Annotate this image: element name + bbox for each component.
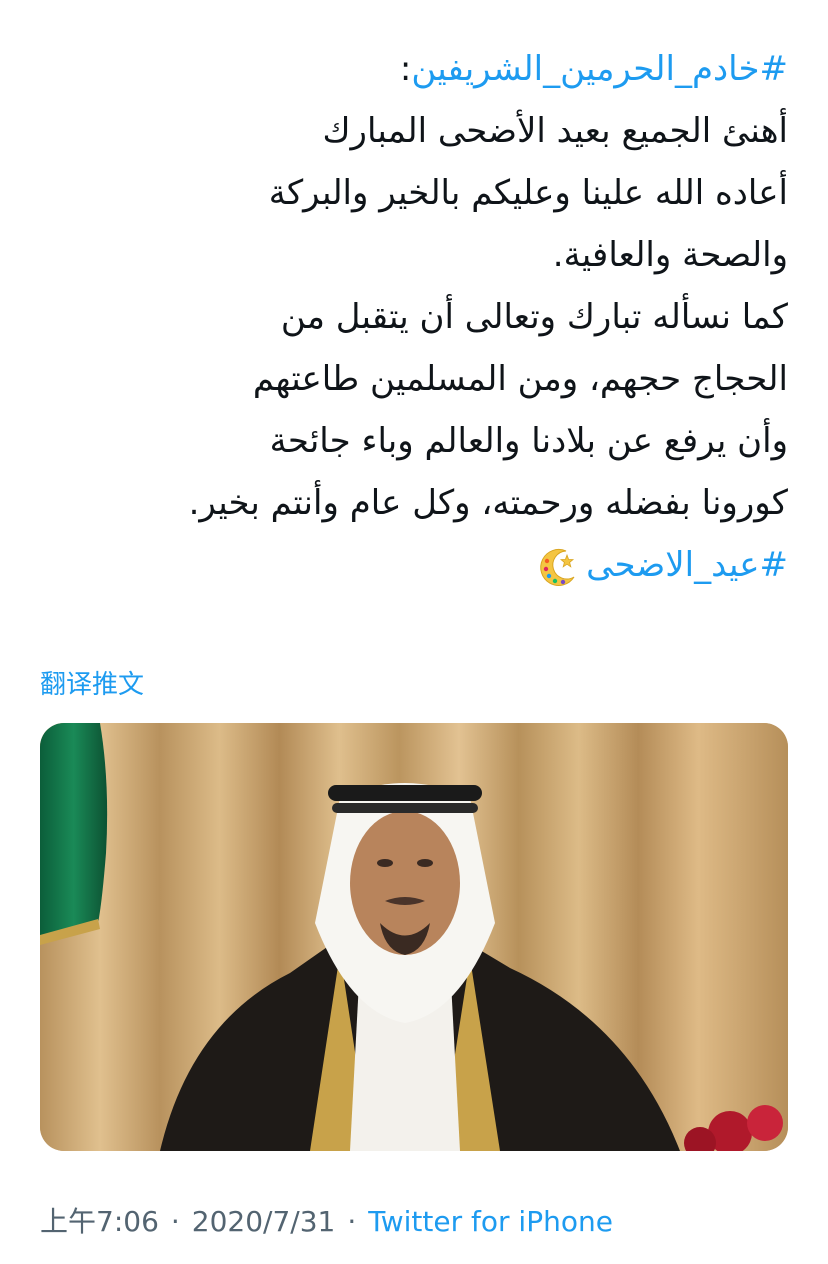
photo-illustration xyxy=(40,723,788,1151)
tweet-line-7: كورونا بفضله ورحمته، وكل عام وأنتم بخير. xyxy=(188,483,788,523)
tweet-photo[interactable] xyxy=(40,723,788,1151)
translate-tweet-link[interactable]: 翻译推文 xyxy=(40,664,144,701)
tweet-date: 2020/7/31 xyxy=(191,1205,336,1238)
hashtag-author-link[interactable]: #خادم_الحرمين_الشريفين xyxy=(411,49,788,89)
tweet-line-4: كما نسأله تبارك وتعالى أن يتقبل من xyxy=(280,297,788,337)
tweet-time: 上午7:06 xyxy=(40,1205,159,1238)
tweet-line-5: الحجاج حجهم، ومن المسلمين طاعتهم xyxy=(252,359,788,399)
tweet-meta: 上午7:06 · 2020/7/31 · Twitter for iPhone xyxy=(40,1200,613,1240)
tweet-source-link[interactable]: Twitter for iPhone xyxy=(368,1205,613,1238)
hashtag-author-suffix: : xyxy=(399,49,412,89)
tweet-line-hashtag-eid: #عيد_الاضحى xyxy=(40,534,788,596)
tweet-line-hashtag-author: #خادم_الحرمين_الشريفين: xyxy=(40,38,788,100)
meta-separator: · xyxy=(170,1205,180,1238)
tweet-line-1: أهنئ الجميع بعيد الأضحى المبارك xyxy=(322,111,788,151)
hashtag-eid-link[interactable]: #عيد_الاضحى xyxy=(586,545,788,585)
tweet-text: #خادم_الحرمين_الشريفين: أهنئ الجميع بعيد… xyxy=(40,38,788,596)
meta-separator-2: · xyxy=(347,1205,357,1238)
tweet-line-2: أعاده الله علينا وعليكم بالخير والبركة xyxy=(268,173,788,213)
tweet-line-3: والصحة والعافية. xyxy=(552,235,788,275)
crescent-moon-star-icon xyxy=(540,548,575,586)
tweet-line-6: وأن يرفع عن بلادنا والعالم وباء جائحة xyxy=(269,421,788,461)
